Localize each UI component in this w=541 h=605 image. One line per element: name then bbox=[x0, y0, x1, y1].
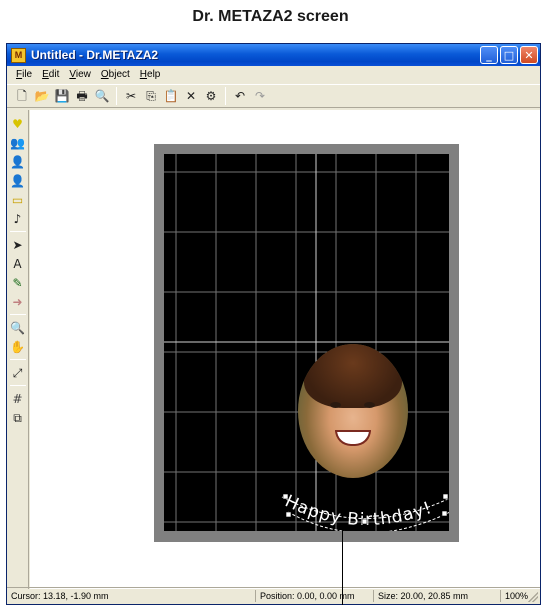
printable-area-border: Happy Birthday! bbox=[154, 144, 459, 542]
status-zoom: 100% bbox=[505, 591, 529, 601]
arc-text-path: Happy Birthday! bbox=[282, 491, 434, 530]
people-icon[interactable]: 👥 bbox=[9, 133, 27, 152]
menu-file[interactable]: File bbox=[11, 69, 37, 80]
redo-icon[interactable]: ↷ bbox=[251, 87, 269, 105]
design-page[interactable]: Happy Birthday! bbox=[164, 154, 449, 531]
grid-icon[interactable]: # bbox=[9, 389, 27, 408]
menu-edit[interactable]: Edit bbox=[37, 69, 64, 80]
status-position: Position: 0.00, 0.00 mm bbox=[260, 591, 355, 601]
open-folder-icon[interactable]: 📂 bbox=[33, 87, 51, 105]
app-icon: M bbox=[11, 47, 26, 63]
tool-palette: ♥ 👥 👤 👤 ▭ ♪ ➤ A ✎ ➜ 🔍 ✋ ⤢ # ⧉ bbox=[7, 110, 29, 589]
callout-line bbox=[342, 530, 343, 605]
new-document-icon[interactable]: 🗋 bbox=[13, 87, 31, 105]
status-divider bbox=[500, 590, 501, 602]
status-bar: Cursor: 13.18, -1.90 mm Position: 0.00, … bbox=[7, 587, 540, 604]
portrait-icon[interactable]: 👤 bbox=[9, 152, 27, 171]
selection-handle[interactable] bbox=[285, 511, 292, 518]
layers-icon[interactable]: ⧉ bbox=[9, 408, 27, 427]
selection-handle[interactable] bbox=[441, 510, 448, 517]
status-cursor: Cursor: 13.18, -1.90 mm bbox=[11, 591, 109, 601]
rectangle-icon[interactable]: ▭ bbox=[9, 190, 27, 209]
music-note-icon[interactable]: ♪ bbox=[9, 209, 27, 228]
heart-icon[interactable]: ♥ bbox=[9, 114, 27, 133]
menu-help[interactable]: Help bbox=[135, 69, 166, 80]
fit-icon[interactable]: ⤢ bbox=[9, 363, 27, 382]
delete-icon[interactable]: ✕ bbox=[182, 87, 200, 105]
selection-handle[interactable] bbox=[361, 518, 368, 525]
pointer-icon[interactable]: ➤ bbox=[9, 235, 27, 254]
figure-caption: Dr. METAZA2 screen bbox=[192, 8, 349, 25]
toolbar: 🗋 📂 💾 🖶 🔍 ✂ ⎘ 📋 ✕ ⚙ ↶ ↷ bbox=[7, 84, 540, 108]
cut-icon[interactable]: ✂ bbox=[122, 87, 140, 105]
status-divider bbox=[373, 590, 374, 602]
resize-grip[interactable] bbox=[528, 592, 538, 602]
print-icon[interactable]: 🖶 bbox=[73, 87, 91, 105]
arc-text-layer: Happy Birthday! bbox=[282, 491, 449, 531]
palette-separator bbox=[9, 359, 26, 360]
window-title: Untitled - Dr.METAZA2 bbox=[31, 48, 159, 62]
minimize-button[interactable]: _ bbox=[480, 46, 498, 64]
canvas-area[interactable]: Happy Birthday! bbox=[30, 110, 540, 589]
paste-icon[interactable]: 📋 bbox=[162, 87, 180, 105]
close-button[interactable]: ✕ bbox=[520, 46, 538, 64]
selection-handle[interactable] bbox=[442, 493, 449, 500]
palette-separator bbox=[9, 385, 26, 386]
portrait-select-icon[interactable]: 👤 bbox=[9, 171, 27, 190]
copy-icon[interactable]: ⎘ bbox=[142, 87, 160, 105]
hand-icon[interactable]: ✋ bbox=[9, 337, 27, 356]
menu-view[interactable]: View bbox=[64, 69, 96, 80]
palette-separator bbox=[9, 314, 26, 315]
status-divider bbox=[255, 590, 256, 602]
zoom-icon[interactable]: 🔍 bbox=[9, 318, 27, 337]
arrow-right-icon[interactable]: ➜ bbox=[9, 292, 27, 311]
menu-object[interactable]: Object bbox=[96, 69, 135, 80]
save-icon[interactable]: 💾 bbox=[53, 87, 71, 105]
app-window: M Untitled - Dr.METAZA2 _ □ ✕ File Edit … bbox=[6, 43, 541, 605]
properties-icon[interactable]: ⚙ bbox=[202, 87, 220, 105]
pen-icon[interactable]: ✎ bbox=[9, 273, 27, 292]
toolbar-separator bbox=[225, 87, 226, 105]
selection-handle[interactable] bbox=[282, 493, 289, 500]
text-icon[interactable]: A bbox=[9, 254, 27, 273]
toolbar-separator bbox=[116, 87, 117, 105]
menu-bar: File Edit View Object Help bbox=[7, 66, 540, 83]
print-preview-icon[interactable]: 🔍 bbox=[93, 87, 111, 105]
undo-icon[interactable]: ↶ bbox=[231, 87, 249, 105]
status-size: Size: 20.00, 20.85 mm bbox=[378, 591, 469, 601]
arc-text[interactable]: Happy Birthday! bbox=[282, 491, 435, 530]
title-bar[interactable]: M Untitled - Dr.METAZA2 _ □ ✕ bbox=[7, 44, 540, 66]
maximize-button[interactable]: □ bbox=[500, 46, 518, 64]
palette-separator bbox=[9, 231, 26, 232]
